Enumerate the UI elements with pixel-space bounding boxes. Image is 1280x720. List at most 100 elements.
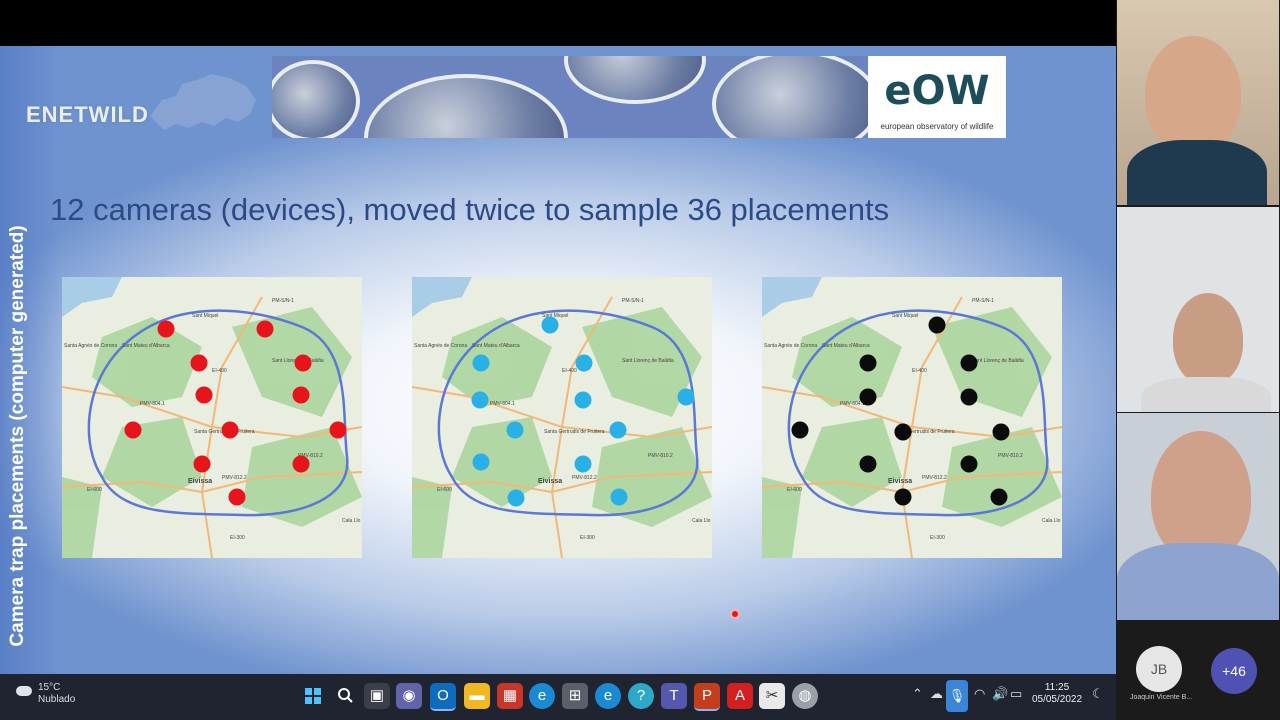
map-3-svg: PM-S/N-1 Santa Agnès de Corona Sant Mate… <box>762 277 1062 558</box>
map-label-cala: Cala Llo <box>692 518 711 524</box>
weather-widget[interactable]: 15°C Nublado <box>38 682 75 706</box>
acrobat-icon[interactable]: A <box>727 683 753 709</box>
map-label-santa-agnes: Santa Agnès de Corona <box>414 343 467 349</box>
outlook-icon[interactable]: O <box>430 683 456 711</box>
map-label-sant-miquel: Sant Miquel <box>892 313 918 319</box>
map-label-santa-gertrudis: Santa Gertrudis de Fruitera <box>544 429 605 435</box>
map-label-eivissa: Eivissa <box>538 478 562 485</box>
app-grey-icon[interactable]: ◍ <box>792 683 818 709</box>
camera-dot <box>609 421 627 439</box>
participant-video-1[interactable] <box>1117 0 1279 205</box>
map-label-pmv810: PMV-810.2 <box>648 453 673 459</box>
battery-icon[interactable]: ▭ <box>1010 686 1022 702</box>
map-placement-1: PM-S/N-1 Santa Agnès de Corona Sant Mate… <box>62 277 362 558</box>
camera-dot <box>124 421 142 439</box>
camera-dot <box>157 320 175 338</box>
enetwild-logo: ENETWILD <box>26 102 149 127</box>
volume-icon[interactable]: 🔊 <box>992 686 1008 702</box>
map-label-pmv804: PMV-804.1 <box>490 401 515 407</box>
map-label-sant-miquel: Sant Miquel <box>192 313 218 319</box>
more-participants-button[interactable]: +46 <box>1211 648 1257 694</box>
map-label-e300: EI-300 <box>930 535 945 541</box>
map-label-e600: EI-600 <box>787 487 802 493</box>
task-view-icon[interactable]: ▣ <box>364 683 390 709</box>
camera-dot <box>992 423 1010 441</box>
map-label-sant-mateu: Sant Mateu d'Albarca <box>472 343 520 349</box>
microphone-icon[interactable]: 🎙 <box>946 680 968 712</box>
participant-face <box>1145 36 1241 152</box>
clock-date: 05/05/2022 <box>1031 694 1083 705</box>
camera-dot <box>541 316 559 334</box>
camera-dot <box>471 391 489 409</box>
map-label-sant-llorenc: Sant Llorenç de Balàfia <box>972 358 1024 364</box>
snipping-tool-icon[interactable]: ✂ <box>759 683 785 709</box>
cloud-icon[interactable] <box>16 686 32 696</box>
map-label-sant-llorenc: Sant Llorenç de Balàfia <box>622 358 674 364</box>
participant-body <box>1117 543 1279 620</box>
camera-dot <box>990 488 1008 506</box>
edge-icon[interactable]: e <box>529 683 555 709</box>
map-label-pmv812: PMV-812.2 <box>222 475 247 481</box>
eow-logo-subtitle: european observatory of wildlife <box>880 122 994 131</box>
participant-avatar[interactable]: JB <box>1136 646 1182 692</box>
teams-chat-icon[interactable]: ◉ <box>396 683 422 709</box>
map-label-e400: EI-400 <box>562 368 577 374</box>
participant-face <box>1173 293 1243 385</box>
map-label-e300: EI-300 <box>580 535 595 541</box>
map-label-pm: PM-S/N-1 <box>272 298 294 304</box>
camera-dot <box>677 388 695 406</box>
camera-dot <box>256 320 274 338</box>
camera-dot <box>575 354 593 372</box>
onedrive-icon[interactable]: ☁ <box>930 686 943 702</box>
camera-dot <box>193 455 211 473</box>
map-label-santa-agnes: Santa Agnès de Corona <box>64 343 117 349</box>
camera-dot <box>859 388 877 406</box>
wolf-photo <box>712 56 868 138</box>
map-label-cala: Cala Llo <box>342 518 361 524</box>
slide-title: 12 cameras (devices), moved twice to sam… <box>50 192 890 227</box>
notification-icon[interactable]: ☾ <box>1092 686 1104 702</box>
camera-dot <box>894 488 912 506</box>
map-placement-2: PM-S/N-1 Santa Agnès de Corona Sant Mate… <box>412 277 712 558</box>
wildlife-photo-banner <box>272 56 868 138</box>
chevron-up-icon[interactable]: ⌃ <box>912 686 923 702</box>
badger-photo <box>364 74 568 138</box>
windows-start-icon[interactable] <box>300 683 326 709</box>
help-icon[interactable]: ? <box>628 683 654 709</box>
map-label-e600: EI-600 <box>437 487 452 493</box>
system-clock[interactable]: 11:25 05/05/2022 <box>1026 682 1088 706</box>
bear-photo <box>272 60 360 138</box>
store-icon[interactable]: ⊞ <box>562 683 588 709</box>
camera-dot <box>574 455 592 473</box>
file-explorer-icon[interactable]: ▬ <box>464 683 490 709</box>
map-label-pmv810: PMV-810.2 <box>998 453 1023 459</box>
map-label-eivissa: Eivissa <box>188 478 212 485</box>
camera-dot <box>894 423 912 441</box>
map-placement-3: PM-S/N-1 Santa Agnès de Corona Sant Mate… <box>762 277 1062 558</box>
map-label-santa-agnes: Santa Agnès de Corona <box>764 343 817 349</box>
video-participants-panel: JB Joaquin Vicente B... +46 <box>1116 0 1280 720</box>
map-label-e400: EI-400 <box>912 368 927 374</box>
map-label-pmv812: PMV-812.2 <box>922 475 947 481</box>
windows-taskbar: 15°C Nublado ▣ ◉ O ▬ ▦ e ⊞ e ? T P A ✂ ◍… <box>0 674 1116 720</box>
camera-dot <box>507 489 525 507</box>
camera-dot <box>472 453 490 471</box>
weather-desc: Nublado <box>38 694 76 705</box>
teams-icon[interactable]: T <box>661 683 687 709</box>
camera-dot <box>960 388 978 406</box>
search-icon[interactable] <box>332 683 358 709</box>
wifi-icon[interactable]: ◠ <box>974 686 985 702</box>
europe-map-logo <box>150 74 256 130</box>
camera-dot <box>859 455 877 473</box>
participant-body <box>1141 377 1271 412</box>
powerpoint-icon[interactable]: P <box>694 683 720 711</box>
participant-video-2[interactable] <box>1117 207 1279 412</box>
camera-dot <box>859 354 877 372</box>
app-red-icon[interactable]: ▦ <box>497 683 523 709</box>
clock-time: 11:25 <box>1044 682 1070 693</box>
participant-video-3[interactable] <box>1117 413 1279 620</box>
edge-beta-icon[interactable]: e <box>595 683 621 709</box>
map-label-cala: Cala Llo <box>1042 518 1061 524</box>
map-label-pmv812: PMV-812.2 <box>572 475 597 481</box>
weather-temp: 15°C <box>38 682 61 693</box>
